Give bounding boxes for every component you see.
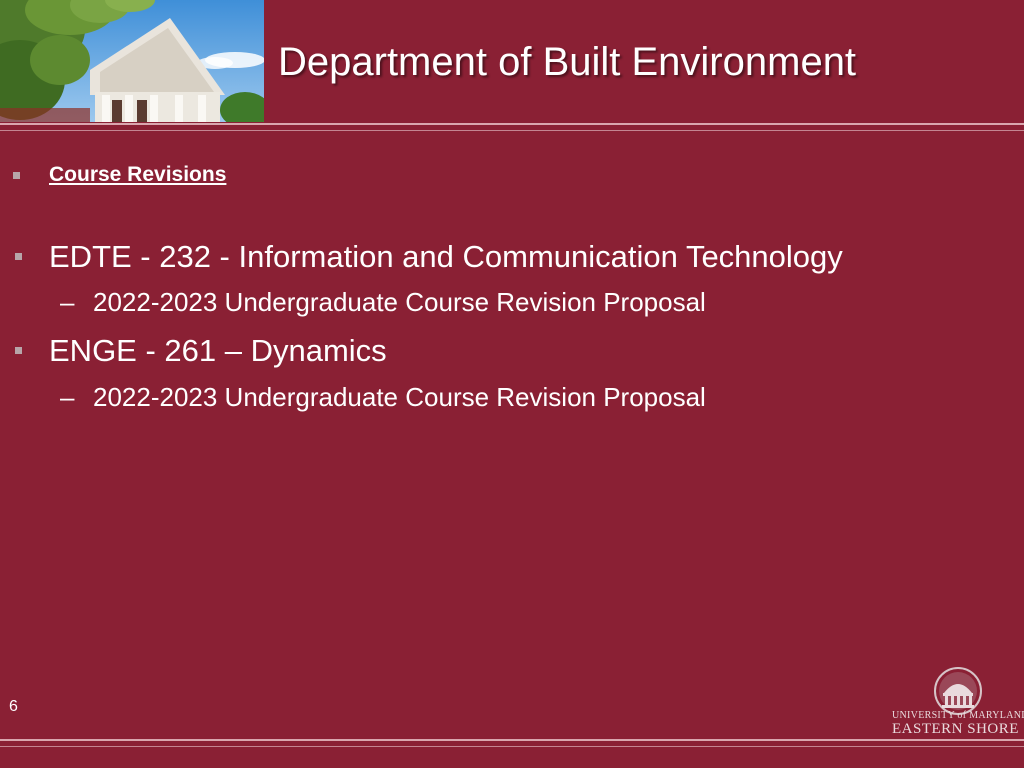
course-sub-item: –2022-2023 Undergraduate Course Revision… bbox=[60, 287, 706, 318]
course-item-edte-232: EDTE - 232 - Information and Communicati… bbox=[49, 239, 843, 274]
logo-text-university: UNIVERSITY of MARYLAND bbox=[892, 710, 1024, 721]
course-sub-text: 2022-2023 Undergraduate Course Revision … bbox=[93, 287, 706, 317]
course-sub-text: 2022-2023 Undergraduate Course Revision … bbox=[93, 382, 706, 412]
footer-divider-thin bbox=[0, 746, 1024, 747]
logo-text-campus: EASTERN SHORE bbox=[892, 721, 1019, 737]
page-number: 6 bbox=[9, 698, 18, 715]
course-item-enge-261: ENGE - 261 – Dynamics bbox=[49, 333, 387, 368]
sub-bullet-dash: – bbox=[60, 382, 75, 412]
bullet-marker bbox=[13, 172, 20, 179]
bullet-marker bbox=[15, 253, 22, 260]
footer-divider bbox=[0, 739, 1024, 741]
header-divider-thin bbox=[0, 130, 1024, 131]
header-campus-photo bbox=[0, 0, 264, 122]
sub-bullet-dash: – bbox=[60, 287, 75, 317]
section-heading-link[interactable]: Course Revisions bbox=[49, 163, 226, 187]
slide-title: Department of Built Environment bbox=[278, 40, 857, 84]
course-sub-item: –2022-2023 Undergraduate Course Revision… bbox=[60, 382, 706, 413]
bullet-marker bbox=[15, 347, 22, 354]
header-divider bbox=[0, 123, 1024, 125]
